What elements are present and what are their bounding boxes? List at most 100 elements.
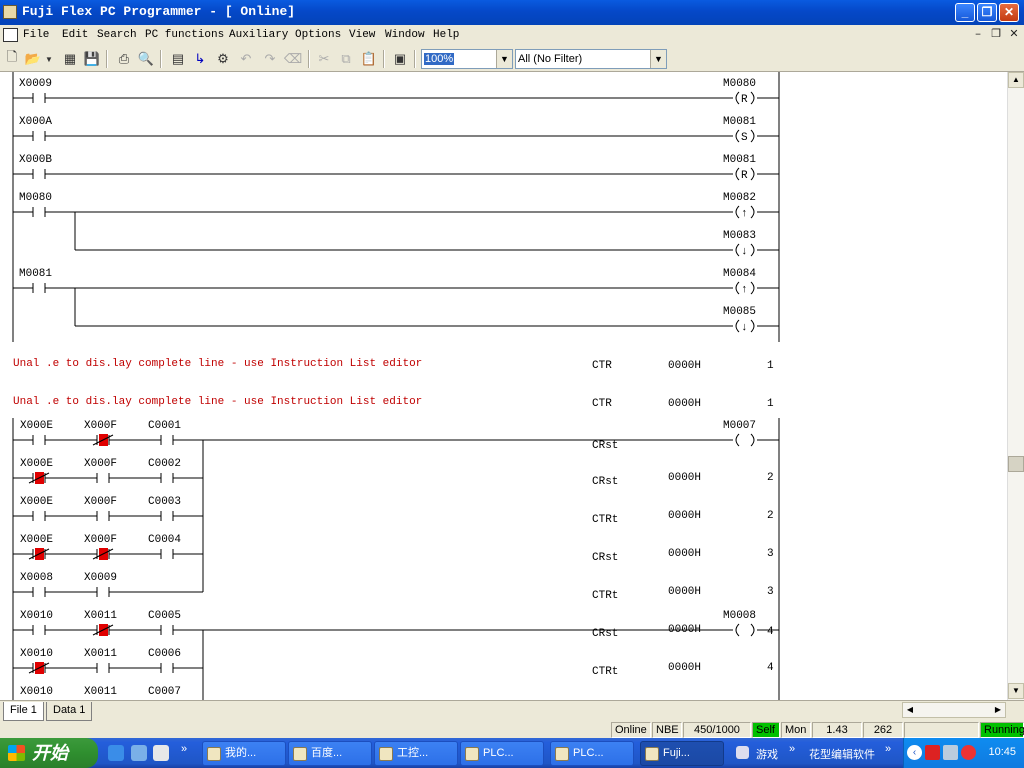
vertical-scrollbar[interactable]: ▲ ▼ [1007,72,1024,700]
monitor-icon[interactable]: ▤ [169,50,187,68]
close-button[interactable]: ✕ [999,3,1019,22]
browser-icon [465,747,479,761]
paste-icon[interactable]: 📋 [360,50,378,68]
app-icon[interactable] [3,5,17,19]
menu-file[interactable]: File [23,29,49,41]
menu-edit[interactable]: Edit [62,29,88,41]
ie-icon[interactable] [108,745,124,761]
counter-number: 1 [767,398,774,410]
tab-file-1[interactable]: File 1 [3,702,44,721]
save-icon[interactable]: 💾 [83,50,101,68]
filter-select[interactable]: All (No Filter) ▼ [515,49,667,69]
menu-view[interactable]: View [349,29,375,41]
doc-minimize-button[interactable]: – [970,27,986,43]
coil-label: M0084 [723,268,756,280]
task-button[interactable]: PLC... [460,741,544,766]
coil-label: M0007 [723,420,756,432]
network-icon[interactable] [943,745,958,760]
open-folder-icon[interactable]: 📂 [24,50,42,68]
menu-search[interactable]: Search [97,29,137,41]
quicklaunch-app-icon[interactable] [131,745,147,761]
coil-right [750,433,755,447]
tab-data-1[interactable]: Data 1 [46,702,93,721]
ladder-diagram[interactable]: X0009 M0080 R X000A M0081 S X000B M0081 R M0080 M0… [0,72,1005,700]
status-nbe: NBE [652,722,682,738]
new-file-icon[interactable]: 🗋 [3,49,21,68]
pc-status-icon[interactable]: ▣ [391,50,409,68]
chevron-right-icon[interactable]: » [789,743,795,755]
chevron-down-icon[interactable]: ▼ [650,50,666,68]
title-bar[interactable]: Fuji Flex PC Programmer - [ Online] _ ❐ … [0,0,1024,25]
task-label: Fuji... [663,747,690,759]
preset-value: 0000H [668,586,701,598]
preset-value: 0000H [668,398,701,410]
dropdown-arrow-icon[interactable]: ▼ [44,50,54,68]
print-setup-icon[interactable]: ▦ [61,50,79,68]
quicklaunch-desktop-icon[interactable] [153,745,169,761]
chevron-left-icon[interactable]: ‹ [907,745,922,760]
contact-label: X0011 [84,648,117,660]
menu-options[interactable]: Options [295,29,341,41]
minimize-button[interactable]: _ [955,3,975,22]
menu-pc-functions[interactable]: PC functions [145,29,224,41]
coil-label: M0085 [723,306,756,318]
error-message: Unal .e to dis.lay complete line - use I… [13,358,422,370]
instr-label: CRst [592,440,618,452]
tray-app-icon[interactable] [925,745,940,760]
coil-label: M0080 [723,78,756,90]
game-icon[interactable] [736,746,749,759]
preset-value: 0000H [668,510,701,522]
cut-icon[interactable]: ✂ [315,50,333,68]
start-button[interactable]: 开始 [0,738,98,768]
ladder-editor[interactable]: X0009 M0080 R X000A M0081 S X000B M0081 R M0080 M0… [0,72,1024,700]
print-preview-icon[interactable]: 🔍 [137,50,155,68]
coil-right [750,129,755,143]
restore-button[interactable]: ❐ [977,3,997,22]
scroll-down-icon[interactable]: ▼ [1008,683,1024,699]
coil-right [750,319,755,333]
clear-icon[interactable]: ⌫ [284,50,302,68]
print-icon[interactable]: ⎙ [115,50,133,68]
task-button[interactable]: 我的... [202,741,286,766]
chevron-down-icon[interactable]: ▼ [496,50,512,68]
shield-icon[interactable] [961,745,976,760]
zoom-select[interactable]: 100% ▼ [421,49,513,69]
toolbar-pattern-editor[interactable]: 花型编辑软件 [809,746,875,762]
menu-help[interactable]: Help [433,29,459,41]
horizontal-scrollbar[interactable]: ◀ ▶ [902,702,1006,718]
coil-symbol: ↓ [741,322,748,334]
coil-left [735,129,740,143]
undo-icon[interactable]: ↶ [237,50,255,68]
coil-label: M0008 [723,610,756,622]
scroll-right-icon[interactable]: ▶ [991,703,1005,717]
compile-icon[interactable]: ⚙ [214,50,232,68]
toolbar-separator [106,50,108,68]
toolbar-separator [308,50,310,68]
task-button-active[interactable]: Fuji... [640,741,724,766]
filter-value: All (No Filter) [518,53,583,65]
chevron-right-icon[interactable]: » [885,743,891,755]
menu-auxiliary[interactable]: Auxiliary [229,29,288,41]
document-icon[interactable] [3,28,18,42]
contact-label: X0011 [84,610,117,622]
scroll-left-icon[interactable]: ◀ [903,703,917,717]
toolbar-games[interactable]: 游戏 [756,746,778,762]
menu-window[interactable]: Window [385,29,425,41]
doc-restore-button[interactable]: ❐ [988,27,1004,43]
start-label: 开始 [32,743,68,763]
copy-icon[interactable]: ⧉ [337,50,355,68]
instr-label: CRst [592,552,618,564]
preset-value: 0000H [668,548,701,560]
task-button[interactable]: 工控... [374,741,458,766]
scroll-thumb[interactable] [1008,456,1024,472]
step-icon[interactable]: ↳ [191,50,209,68]
doc-close-button[interactable]: ✕ [1006,27,1022,43]
task-button[interactable]: PLC... [550,741,634,766]
contact-label: X000E [20,496,53,508]
coil-left [735,281,740,295]
scroll-up-icon[interactable]: ▲ [1008,72,1024,88]
chevron-right-icon[interactable]: » [181,743,187,755]
redo-icon[interactable]: ↷ [261,50,279,68]
task-button[interactable]: 百度... [288,741,372,766]
coil-right [750,623,755,637]
